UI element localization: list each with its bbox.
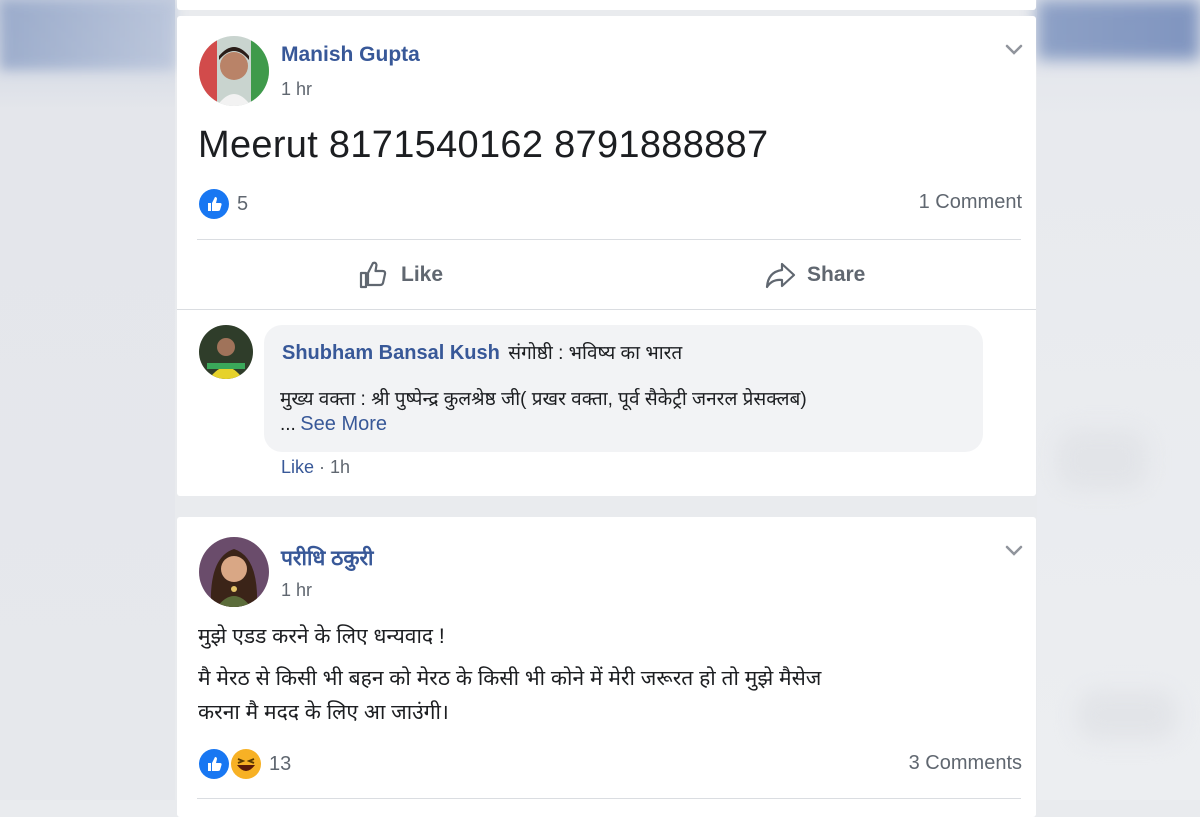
chevron-down-icon[interactable] <box>1003 539 1025 561</box>
ellipsis: ... <box>280 414 296 435</box>
thumbs-up-icon <box>359 261 387 289</box>
comment-text-line: मुख्य वक्ता : श्री पुष्पेन्द्र कुलश्रेष्… <box>280 389 807 410</box>
post-timestamp[interactable]: 1 hr <box>281 580 312 601</box>
author-avatar[interactable] <box>199 537 269 607</box>
separator: · <box>314 457 331 477</box>
divider <box>177 309 1036 310</box>
comment-more-row: ... See More <box>280 413 387 436</box>
post-card: परीधि ठकुरी 1 hr मुझे एडड करने के लिए धन… <box>177 517 1036 817</box>
like-button[interactable]: Like <box>357 258 443 292</box>
post-card: Manish Gupta 1 hr Meerut 8171540162 8791… <box>177 16 1036 496</box>
share-icon <box>765 262 796 289</box>
comments-count-link[interactable]: 1 Comment <box>919 191 1022 214</box>
comment-text-line: संगोष्ठी : भविष्य का भारत <box>508 343 683 364</box>
comment-like-link[interactable]: Like <box>281 457 314 477</box>
chevron-down-icon[interactable] <box>1003 38 1025 60</box>
commenter-avatar[interactable] <box>199 325 253 379</box>
comment-header: Shubham Bansal Kush संगोष्ठी : भविष्य का… <box>282 339 682 365</box>
post-text-line: मै मेरठ से किसी भी बहन को मेरठ के किसी भ… <box>198 667 822 690</box>
post-text-line: मुझे एडड करने के लिए धन्यवाद ! <box>198 625 445 648</box>
comment-actions: Like · 1h <box>281 457 350 478</box>
post-text: Meerut 8171540162 8791888887 <box>198 124 769 166</box>
comment-timestamp[interactable]: 1h <box>330 457 350 477</box>
reaction-count: 13 <box>269 752 292 775</box>
background-blur <box>0 0 175 70</box>
background-blob <box>1077 690 1177 740</box>
see-more-link[interactable]: See More <box>300 413 387 435</box>
background-left <box>0 0 175 800</box>
comment-author[interactable]: Shubham Bansal Kush <box>282 342 500 364</box>
post-timestamp[interactable]: 1 hr <box>281 79 312 100</box>
reaction-summary[interactable]: 5 <box>199 189 248 219</box>
share-button[interactable]: Share <box>763 258 865 292</box>
previous-post-card <box>177 0 1036 10</box>
like-reaction-icon <box>199 189 229 219</box>
like-reaction-icon <box>199 749 229 779</box>
author-name[interactable]: परीधि ठकुरी <box>281 544 374 572</box>
background-blur <box>1037 0 1200 60</box>
author-name[interactable]: Manish Gupta <box>281 43 420 67</box>
comments-count-link[interactable]: 3 Comments <box>909 752 1022 775</box>
author-avatar[interactable] <box>199 36 269 106</box>
haha-reaction-icon <box>231 749 261 779</box>
reaction-count: 5 <box>237 192 249 215</box>
divider <box>197 798 1021 799</box>
like-label: Like <box>401 263 444 286</box>
post-text-line: करना मै मदद के लिए आ जाउंगी। <box>198 701 449 724</box>
divider <box>197 239 1021 240</box>
background-right <box>1037 0 1200 800</box>
share-label: Share <box>807 263 866 286</box>
reaction-summary[interactable]: 13 <box>199 749 291 779</box>
comment-bubble: Shubham Bansal Kush संगोष्ठी : भविष्य का… <box>264 325 983 452</box>
background-blob <box>1057 430 1147 490</box>
